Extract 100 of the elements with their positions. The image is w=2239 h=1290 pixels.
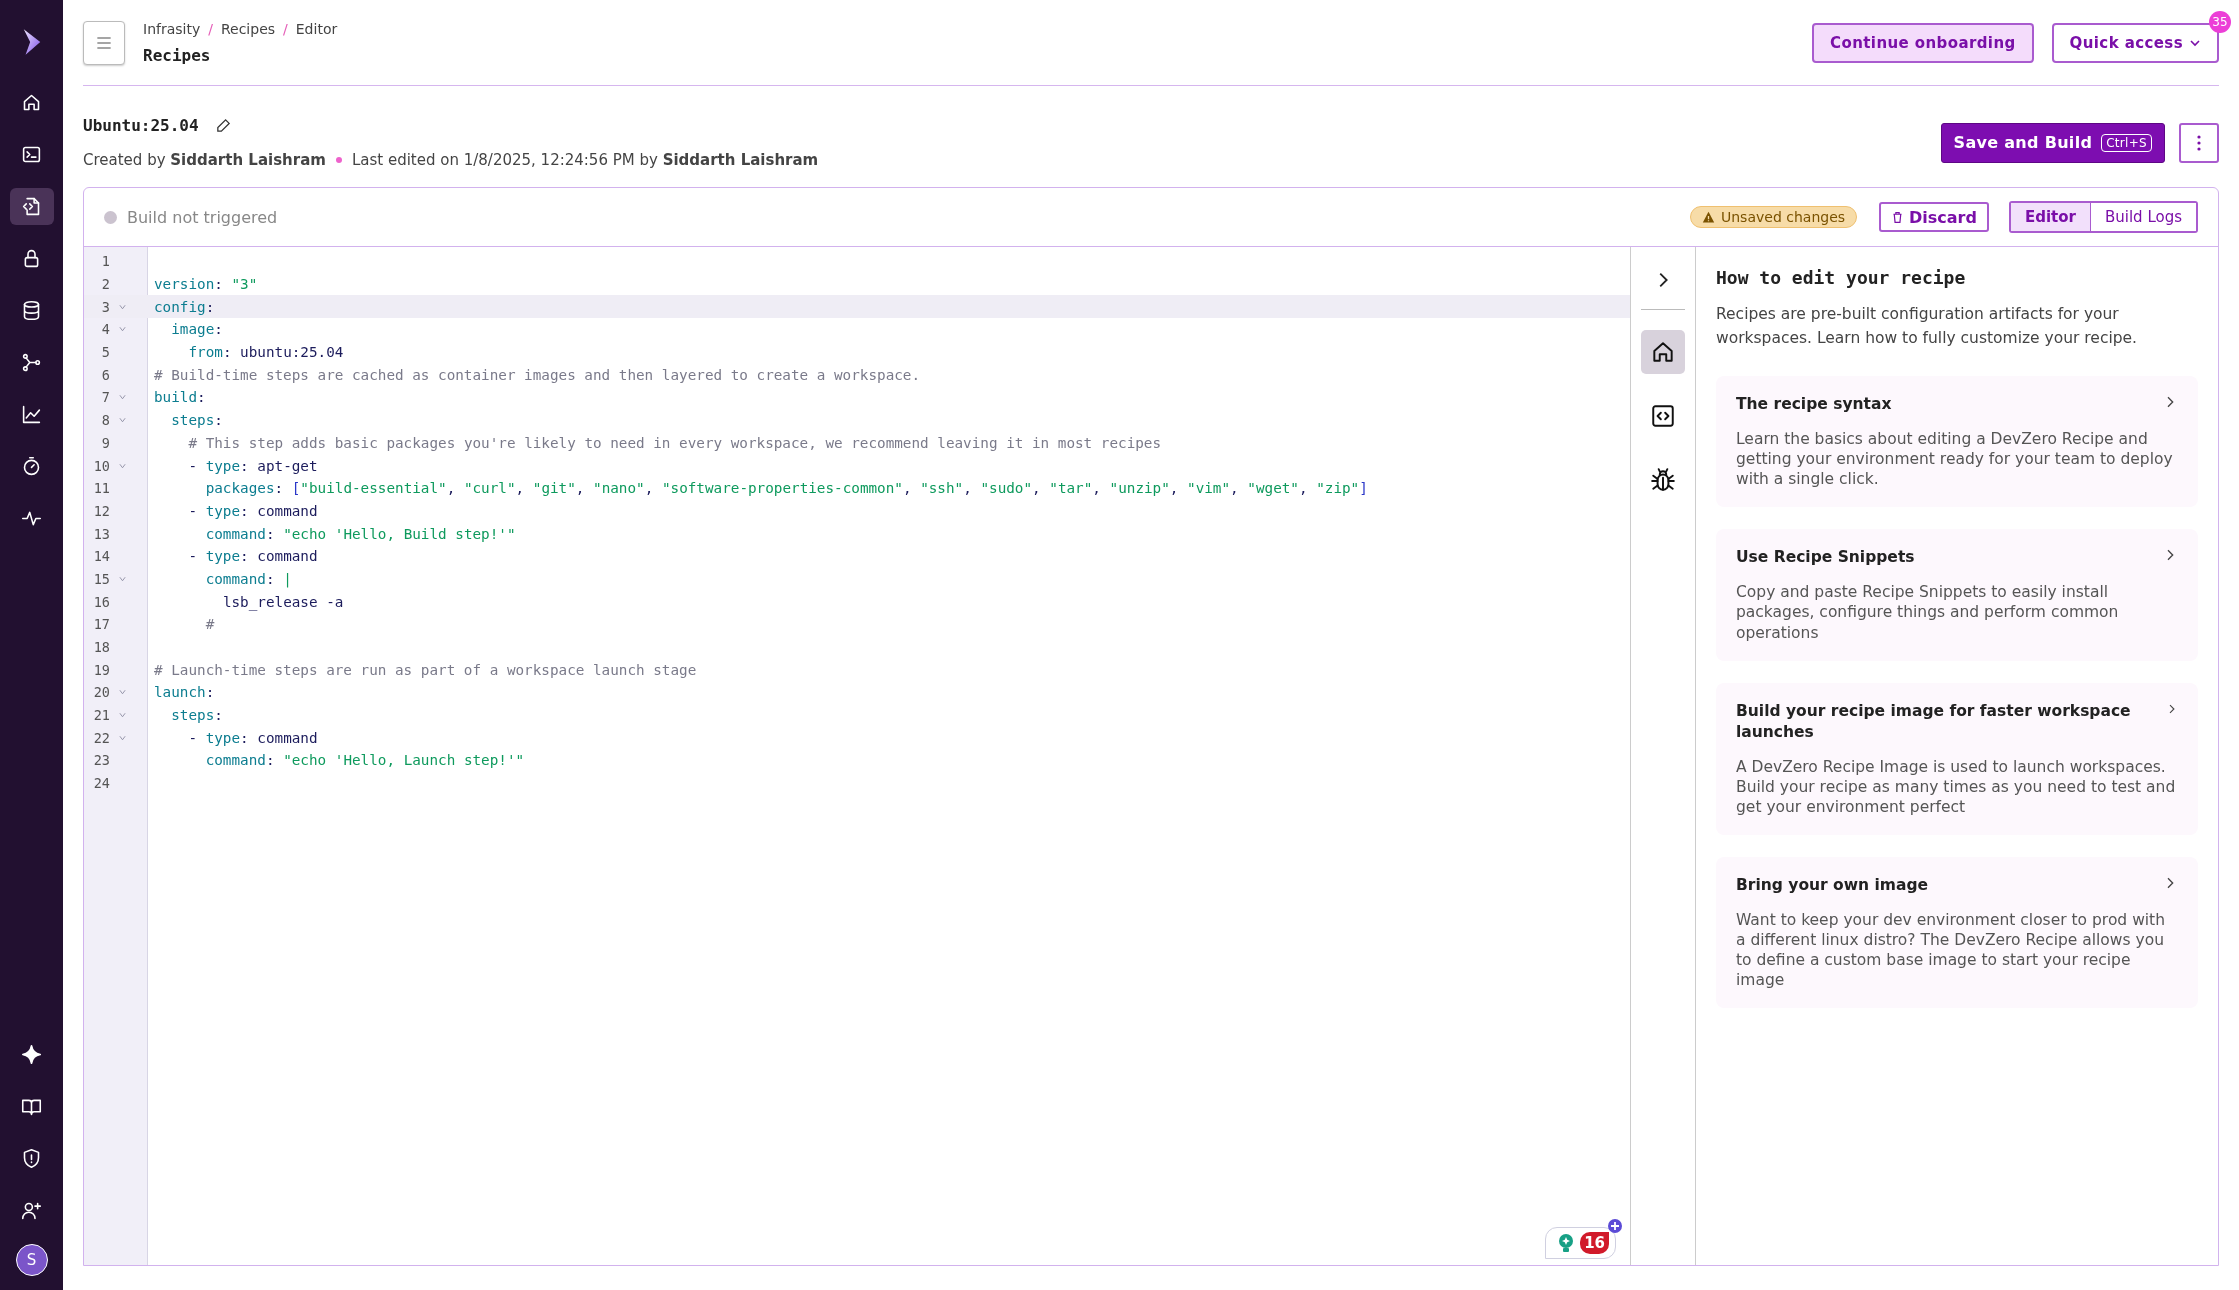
code-line: build: [153,389,206,406]
line-number: 4 [100,321,110,338]
guide-title: Bring your own image [1736,875,1929,896]
issue-count-badge: 16 [1580,1232,1609,1254]
code-line: steps: [170,412,223,429]
line-number: 22 [92,729,110,746]
line-number: 24 [92,775,110,792]
line-number: 17 [92,616,110,633]
notification-badge: 35 [2209,10,2231,33]
code-line: # Launch-time steps are run as part of a workspace launch stage [153,661,697,678]
extension-widget[interactable]: 16 [1545,1227,1616,1259]
kebab-menu-icon [2197,134,2201,151]
line-number: 2 [100,276,110,293]
breadcrumb-link[interactable]: Recipes [220,20,276,37]
terminal-icon [21,144,42,165]
code-line: image: [170,321,223,338]
line-number: 6 [100,366,110,383]
code-line: command: | [204,570,292,587]
line-number: 3 [100,298,110,315]
code-line: - type: command [187,548,318,565]
code-line: steps: [170,707,223,724]
line-number: 9 [100,434,110,451]
code-line: from: ubuntu:25.04 [187,344,344,361]
lightbulb-icon [1558,1233,1575,1253]
unsaved-label: Unsaved changes [1721,209,1846,225]
home-icon [1650,339,1676,365]
code-line: # This step adds basic packages you're likely to need in every workspace, we recommend leaving it in most recipes [187,434,1162,451]
database-icon [21,300,42,321]
guide-title: Build your recipe image for faster workspace launches [1736,700,2132,743]
guide-card[interactable]: Use Recipe Snippets Copy and paste Recipe Snippets to easily install packages, configure things and perform common operations [1716,529,2198,661]
line-number: 5 [100,344,110,361]
help-intro: Recipes are pre-built configuration artifacts for your workspaces. Learn how to fully customize your recipe. [1716,304,2138,349]
code-line: - type: apt-get [187,457,318,474]
guide-card[interactable]: Bring your own image Want to keep your dev environment closer to prod with a different linux distro? The DevZero Recipe allows you to define a custom base image to start your recipe image [1716,857,2198,1009]
code-line: # [204,616,215,633]
line-number: 21 [92,707,110,724]
guide-description: A DevZero Recipe Image is used to launch workspaces. Build your recipe as many times as you need to test and get your environment perfect [1736,756,2177,817]
line-number: 14 [92,548,110,565]
line-number: 16 [92,593,110,610]
guide-description: Copy and paste Recipe Snippets to easily install packages, configure things and perform common operations [1736,582,2120,643]
add-user-icon [21,1200,42,1221]
guide-description: Learn the basics about editing a DevZero Recipe and getting your environment ready for your team to deploy with a single click. [1736,428,2174,490]
code-line: command: "echo 'Hello, Launch step!'" [204,752,525,769]
line-number: 8 [100,412,110,429]
line-number: 7 [100,389,110,406]
panel-tab[interactable] [1641,330,1685,374]
keyboard-shortcut: Ctrl+S [2101,133,2152,152]
code-line: command: "echo 'Hello, Build step!'" [204,525,516,542]
code-line: lsb_release -a [221,593,344,610]
code-icon [1650,403,1676,429]
nodes-icon [21,352,42,373]
guide-card[interactable]: Build your recipe image for faster workspace launches A DevZero Recipe Image is used to launch workspaces. Build your recipe as many times as you need to test and get your environment perfect [1716,682,2198,835]
code-line: - type: command [187,502,318,519]
code-line: version: "3" [153,276,258,293]
code-line: packages: ["build-essential", "curl", "git", "nano", "software-properties-common", "ssh", "sudo", "tar", "unzip", "vim", "wget", "zip"] [204,480,1368,497]
trash-icon [1891,210,1905,224]
user-avatar[interactable]: S [15,1244,48,1276]
line-chart-icon [21,404,42,425]
line-number: 11 [92,480,110,497]
guide-title: The recipe syntax [1736,394,1892,415]
created-by-text: Created by Siddarth Laishram [83,151,326,169]
discard-button[interactable]: Discard [1879,202,1989,232]
sidebar-item[interactable] [9,188,54,225]
guide-description: Want to keep your dev environment closer to prod with a different linux distro? The DevZero Recipe allows you to define a custom base image to start your recipe image [1736,909,2167,991]
code-line: - type: command [187,729,318,746]
line-number: 13 [92,525,110,542]
bug-icon [1650,467,1676,493]
breadcrumb-separator: / [208,20,213,37]
more-button[interactable] [2179,122,2219,163]
warning-icon [1702,210,1715,224]
status-dot [104,210,117,224]
separator-dot [335,157,342,163]
line-number: 1 [100,253,110,270]
sparkle-icon [21,1044,42,1065]
line-number: 18 [92,639,110,656]
onboarding-button[interactable]: Continue onboarding [1812,22,2034,63]
guide-card[interactable]: The recipe syntax Learn the basics about editing a DevZero Recipe and getting your environment ready for your team to deploy with a single click. [1716,376,2198,508]
stopwatch-icon [21,456,42,477]
line-number: 12 [92,502,110,519]
breadcrumb-link[interactable]: Infrasity [143,20,201,37]
help-title: How to edit your recipe [1716,267,1967,288]
code-line: config: [153,298,215,315]
line-number: 15 [92,570,110,587]
shield-icon [21,1148,42,1169]
line-number: 10 [92,457,110,474]
plus-icon[interactable] [1608,1219,1622,1233]
code-line: # Build-time steps are cached as container images and then layered to create a workspace. [153,366,921,383]
view-tab[interactable]: Build Logs [2089,203,2196,231]
page-title: Recipes [143,45,212,65]
code-line: launch: [153,684,215,701]
save-and-build-button[interactable]: Save and Build Ctrl+S [1940,122,2165,163]
view-tab[interactable]: Editor [2010,203,2090,231]
breadcrumb-link[interactable]: Editor [295,20,338,37]
pencil-icon[interactable] [214,117,232,134]
line-number: 23 [92,752,110,769]
build-status: Build not triggered [127,207,278,227]
line-number: 20 [92,684,110,701]
last-edited-text: Last edited on 1/8/2025, 12:24:56 PM by Siddarth Laishram [351,151,819,169]
guide-title: Use Recipe Snippets [1736,547,1915,569]
line-number: 19 [92,661,110,678]
